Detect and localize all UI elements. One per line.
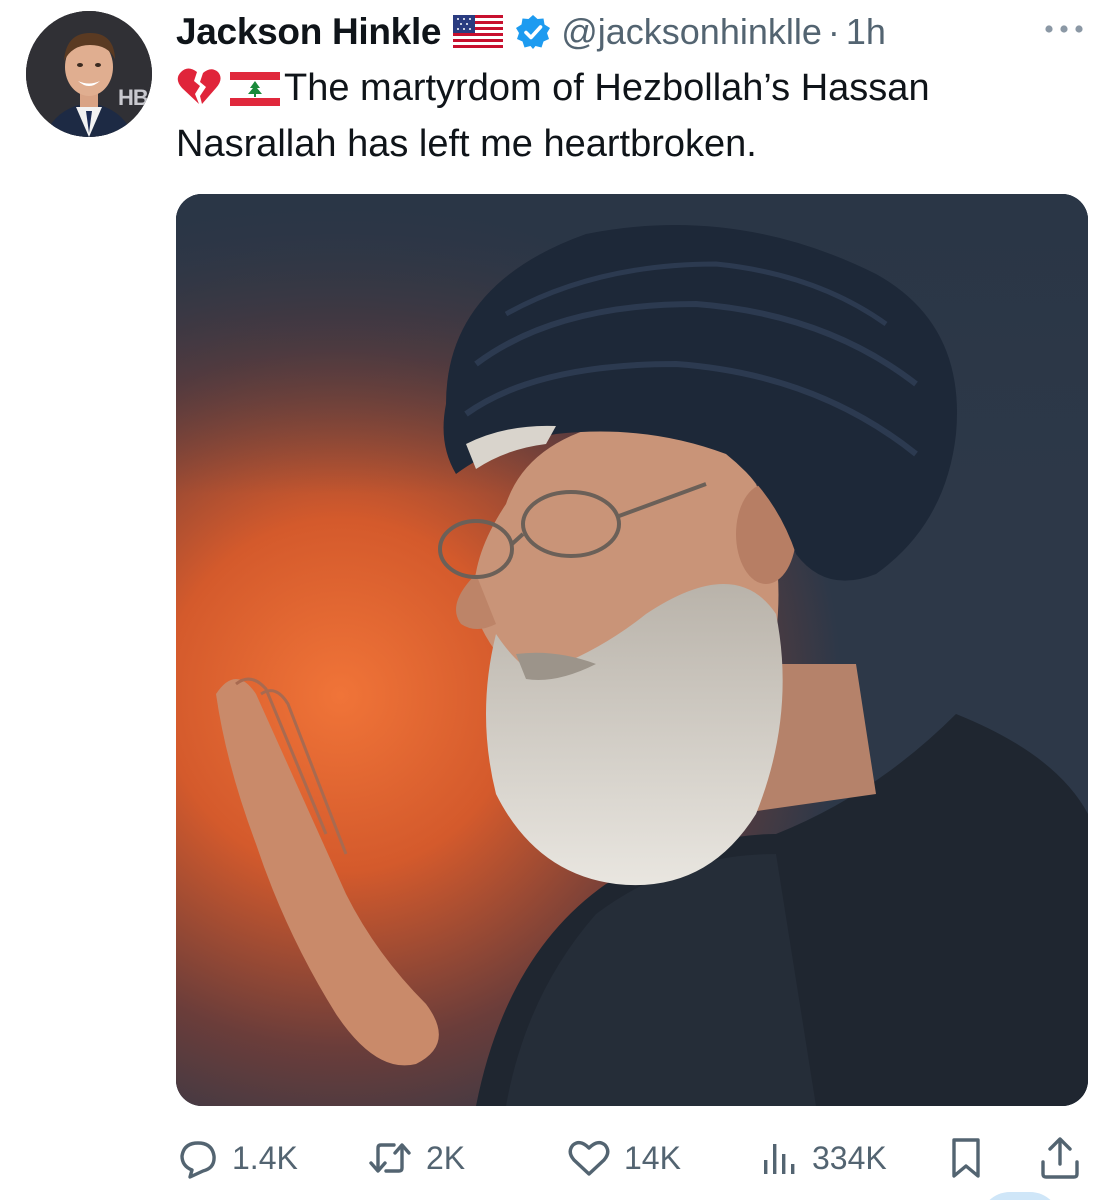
compose-fab-edge[interactable] [980, 1192, 1060, 1200]
us-flag-icon [453, 15, 504, 49]
separator-dot: · [827, 11, 840, 52]
tweet-text: The martyrdom of Hezbollah’s Hassan Nasr… [176, 60, 1076, 172]
avatar[interactable]: HB [26, 11, 152, 137]
tweet-text-line-1: The martyrdom of Hezbollah’s Hassan [176, 60, 1076, 116]
bookmark-button[interactable] [946, 1128, 986, 1188]
reply-button[interactable]: 1.4K [176, 1128, 298, 1188]
reply-icon [176, 1136, 220, 1180]
retweet-button[interactable]: 2K [366, 1128, 465, 1188]
tweet-text-line-1-content: The martyrdom of Hezbollah’s Hassan [284, 67, 930, 109]
like-count: 14K [624, 1139, 681, 1176]
reply-count: 1.4K [232, 1139, 298, 1176]
verified-badge-icon[interactable] [515, 14, 551, 50]
share-button[interactable] [1038, 1128, 1082, 1188]
author-name[interactable]: Jackson Hinkle [176, 11, 442, 53]
tweet-card[interactable]: HB Jackson Hinkle @jacksonhinklle · 1h T… [0, 0, 1114, 1200]
share-icon [1038, 1134, 1082, 1182]
views-button[interactable]: 334K [760, 1128, 887, 1188]
tweet-action-bar: 1.4K 2K 14K 334K [176, 1128, 1088, 1188]
like-button[interactable]: 14K [566, 1128, 681, 1188]
like-icon [566, 1136, 612, 1180]
avatar-badge-text: HB [118, 85, 149, 110]
retweet-count: 2K [426, 1139, 466, 1176]
bookmark-icon [946, 1134, 986, 1182]
views-count: 334K [812, 1139, 887, 1176]
tweet-header: Jackson Hinkle @jacksonhinklle · 1h [176, 6, 886, 58]
tweet-media-image[interactable] [176, 194, 1088, 1106]
retweet-icon [366, 1136, 414, 1180]
author-handle[interactable]: @jacksonhinklle [561, 11, 822, 53]
more-options-icon[interactable] [1040, 14, 1088, 44]
tweet-timestamp[interactable]: 1h [846, 11, 886, 53]
lebanon-flag-emoji [230, 66, 280, 106]
views-icon [760, 1136, 800, 1180]
tweet-text-line-2: Nasrallah has left me heartbroken. [176, 123, 757, 165]
broken-heart-emoji [176, 66, 222, 106]
